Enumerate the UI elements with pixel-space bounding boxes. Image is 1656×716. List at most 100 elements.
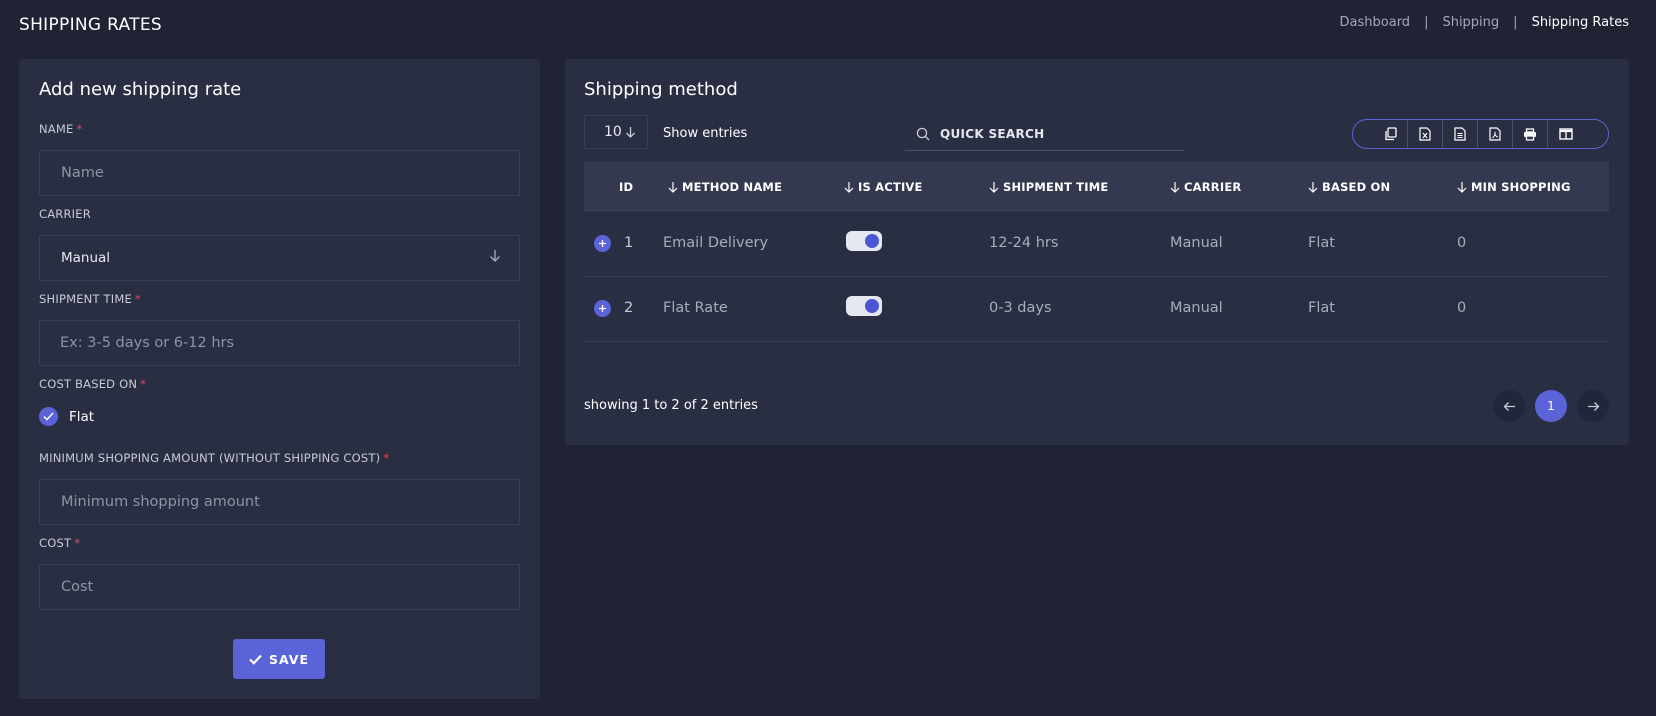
column-header-label: METHOD NAME	[682, 180, 783, 194]
breadcrumb-shipping-rates: Shipping Rates	[1531, 15, 1629, 30]
cell-shipment-time: 0-3 days	[989, 300, 1052, 316]
cell-carrier: Manual	[1170, 300, 1223, 316]
csv-button[interactable]	[1443, 120, 1478, 148]
cost-based-on-flat-option[interactable]: Flat	[39, 407, 94, 426]
cell-carrier: Manual	[1170, 235, 1223, 251]
expand-row-button[interactable]	[594, 235, 611, 252]
cell-based-on: Flat	[1308, 235, 1335, 251]
page-title: SHIPPING RATES	[19, 15, 162, 35]
flat-checkbox[interactable]	[39, 407, 58, 426]
quick-search	[905, 117, 1184, 151]
column-header-label: BASED ON	[1322, 180, 1391, 194]
search-icon	[916, 127, 930, 140]
toggle-knob	[865, 299, 879, 313]
page-size-select[interactable]: 10	[584, 115, 648, 149]
toggle-knob	[865, 234, 879, 248]
shipment-time-input[interactable]	[39, 320, 520, 366]
cell-min-shopping: 0	[1457, 300, 1467, 316]
shipment-time-label: SHIPMENT TIME *	[39, 292, 141, 306]
name-label-text: NAME	[39, 122, 74, 136]
column-header-label: MIN SHOPPING	[1471, 180, 1571, 194]
column-header-label: IS ACTIVE	[858, 180, 923, 194]
expand-row-button[interactable]	[594, 300, 611, 317]
carrier-label: CARRIER	[39, 207, 91, 221]
showing-entries-text: showing 1 to 2 of 2 entries	[584, 398, 758, 413]
save-label: SAVE	[268, 651, 310, 667]
column-header-label: CARRIER	[1184, 180, 1242, 194]
column-header-label: ID	[619, 180, 634, 194]
cost-label-text: COST	[39, 536, 72, 550]
required-mark: *	[383, 451, 390, 465]
name-label: NAME *	[39, 122, 82, 136]
top-bar: SHIPPING RATES Dashboard | Shipping | Sh…	[0, 0, 1656, 50]
columns-icon	[1558, 128, 1573, 140]
copy-button[interactable]	[1373, 120, 1408, 148]
copy-icon	[1384, 127, 1397, 141]
arrow-down-icon	[668, 181, 678, 193]
pdf-icon	[1489, 127, 1501, 141]
arrow-down-icon	[626, 127, 635, 138]
plus-icon	[599, 305, 606, 312]
breadcrumb-shipping[interactable]: Shipping	[1442, 15, 1499, 30]
column-header-based-on[interactable]: BASED ON	[1308, 180, 1390, 194]
save-button[interactable]: SAVE	[233, 639, 325, 679]
breadcrumb: Dashboard | Shipping | Shipping Rates	[1340, 15, 1629, 30]
cost-label: COST *	[39, 536, 80, 550]
add-shipping-rate-card: Add new shipping rate NAME* CARRIER Manu…	[19, 59, 540, 699]
check-icon	[43, 412, 54, 421]
cell-id: 2	[624, 300, 634, 316]
csv-icon	[1454, 127, 1466, 141]
columns-button[interactable]	[1548, 120, 1583, 148]
min-shopping-label-text: MINIMUM SHOPPING AMOUNT (WITHOUT SHIPPIN…	[39, 451, 381, 465]
page-1-button[interactable]: 1	[1535, 390, 1567, 422]
cell-min-shopping: 0	[1457, 235, 1467, 251]
print-button[interactable]	[1513, 120, 1548, 148]
show-entries-label: Show entries	[663, 126, 748, 141]
cost-based-on-label: COST BASED ON *	[39, 377, 146, 391]
print-icon	[1524, 127, 1536, 141]
is-active-toggle[interactable]	[846, 231, 882, 251]
next-page-button[interactable]	[1577, 390, 1609, 422]
table-header: ID METHOD NAME IS ACTIVE SHIPMENT TIME C…	[584, 162, 1609, 211]
column-header-method-name[interactable]: METHOD NAME	[668, 180, 782, 194]
breadcrumb-separator: |	[1424, 15, 1429, 30]
carrier-select[interactable]: Manual	[39, 235, 520, 281]
column-header-label: SHIPMENT TIME	[1003, 180, 1109, 194]
arrow-down-icon	[1308, 181, 1318, 193]
is-active-toggle[interactable]	[846, 296, 882, 316]
carrier-value: Manual	[61, 250, 111, 266]
arrow-left-icon	[1503, 401, 1515, 411]
min-shopping-input[interactable]	[39, 479, 520, 525]
flat-option-label: Flat	[69, 408, 95, 425]
previous-page-button[interactable]	[1493, 390, 1525, 422]
cost-input[interactable]	[39, 564, 520, 610]
breadcrumb-separator: |	[1513, 15, 1518, 30]
column-header-shipment-time[interactable]: SHIPMENT TIME	[989, 180, 1108, 194]
column-header-min-shopping[interactable]: MIN SHOPPING	[1457, 180, 1571, 194]
name-input[interactable]	[39, 150, 520, 196]
required-mark: *	[74, 536, 81, 550]
arrow-down-icon	[489, 249, 501, 267]
required-mark: *	[76, 122, 83, 136]
excel-button[interactable]	[1408, 120, 1443, 148]
arrow-down-icon	[989, 181, 999, 193]
pdf-button[interactable]	[1478, 120, 1513, 148]
min-shopping-label: MINIMUM SHOPPING AMOUNT (WITHOUT SHIPPIN…	[39, 451, 389, 465]
arrow-right-icon	[1587, 401, 1599, 411]
required-mark: *	[140, 377, 147, 391]
column-header-is-active[interactable]: IS ACTIVE	[844, 180, 923, 194]
arrow-down-icon	[1170, 181, 1180, 193]
table-row: 2 Flat Rate 0-3 days Manual Flat 0	[584, 277, 1609, 342]
required-mark: *	[134, 292, 141, 306]
column-header-carrier[interactable]: CARRIER	[1170, 180, 1241, 194]
breadcrumb-dashboard[interactable]: Dashboard	[1340, 15, 1411, 30]
cell-shipment-time: 12-24 hrs	[989, 235, 1059, 251]
cell-method-name: Email Delivery	[663, 235, 769, 251]
quick-search-input[interactable]	[940, 126, 1160, 141]
cell-method-name: Flat Rate	[663, 300, 728, 316]
export-buttons	[1352, 119, 1609, 149]
column-header-id[interactable]: ID	[619, 180, 633, 194]
plus-icon	[599, 240, 606, 247]
cell-based-on: Flat	[1308, 300, 1335, 316]
cell-id: 1	[624, 235, 634, 251]
